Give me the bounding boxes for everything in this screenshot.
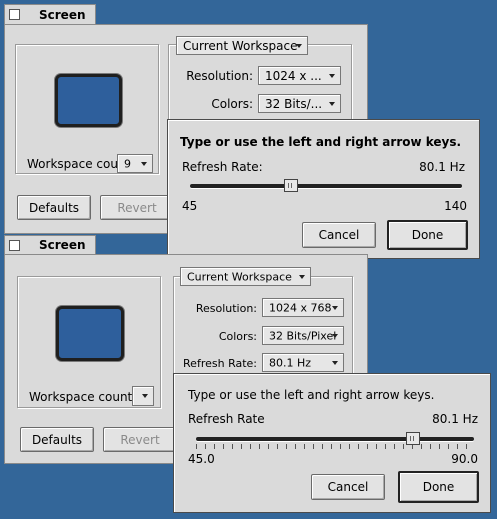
resolution-label: Resolution: xyxy=(195,302,257,315)
cancel-button[interactable]: Cancel xyxy=(302,222,376,248)
workspace-popup-label: Current Workspace xyxy=(187,270,292,283)
workspace-count-label: Workspace coun xyxy=(27,157,126,171)
workspace-popup[interactable]: Current Workspace xyxy=(180,267,311,286)
slider-ticks xyxy=(196,444,474,449)
workspace-count-label: Workspace count: xyxy=(29,390,137,404)
window2-title: Screen xyxy=(39,238,86,252)
resolution-popup[interactable]: 1024 x ... xyxy=(258,66,341,85)
cancel-button[interactable]: Cancel xyxy=(311,474,385,500)
dialog-prompt: Type or use the left and right arrow key… xyxy=(188,388,435,402)
window1-tab[interactable]: Screen xyxy=(4,4,96,25)
refresh-rate-slider-thumb[interactable] xyxy=(405,432,420,445)
colors-popup[interactable]: 32 Bits/... xyxy=(258,94,341,113)
dialog-prompt: Type or use the left and right arrow key… xyxy=(180,135,462,149)
defaults-button[interactable]: Defaults xyxy=(17,195,91,220)
colors-label: Colors: xyxy=(211,97,253,111)
refresh-rate-value: 80.1 Hz xyxy=(432,412,478,426)
slider-max-label: 140 xyxy=(444,199,467,213)
chevron-down-icon xyxy=(332,305,338,310)
resolution-value: 1024 x ... xyxy=(265,68,322,83)
done-button[interactable]: Done xyxy=(398,471,479,503)
monitor-icon xyxy=(56,306,124,361)
colors-popup[interactable]: 32 Bits/Pixel xyxy=(262,326,344,345)
slider-max-label: 90.0 xyxy=(451,452,478,466)
refresh-rate-label: Refresh Rate: xyxy=(183,357,257,370)
close-box-icon[interactable] xyxy=(9,240,20,251)
refresh-rate-dialog-2: Type or use the left and right arrow key… xyxy=(173,373,491,513)
chevron-down-icon xyxy=(332,333,338,338)
refresh-rate-slider-track[interactable] xyxy=(190,184,462,188)
revert-button[interactable]: Revert xyxy=(103,427,177,452)
close-box-icon[interactable] xyxy=(9,9,20,20)
window2-tab[interactable]: Screen xyxy=(4,235,96,255)
refresh-rate-label: Refresh Rate xyxy=(188,412,265,426)
done-button[interactable]: Done xyxy=(387,220,468,250)
resolution-value: 1024 x 768 xyxy=(269,301,332,314)
chevron-down-icon xyxy=(332,360,338,365)
refresh-rate-value: 80.1 Hz xyxy=(269,356,312,369)
window1-title: Screen xyxy=(39,8,86,22)
refresh-rate-value: 80.1 Hz xyxy=(419,160,465,174)
refresh-rate-slider-thumb[interactable] xyxy=(283,179,298,192)
defaults-button[interactable]: Defaults xyxy=(20,427,94,452)
chevron-down-icon xyxy=(296,43,302,48)
resolution-label: Resolution: xyxy=(186,69,253,83)
resolution-popup[interactable]: 1024 x 768 xyxy=(262,298,344,317)
refresh-rate-dialog-1: Type or use the left and right arrow key… xyxy=(167,119,480,259)
slider-min-label: 45.0 xyxy=(188,452,215,466)
revert-button[interactable]: Revert xyxy=(100,195,174,220)
chevron-down-icon xyxy=(329,101,335,106)
chevron-down-icon xyxy=(142,394,148,398)
chevron-down-icon xyxy=(329,73,335,78)
colors-label: Colors: xyxy=(218,330,257,343)
colors-value: 32 Bits/... xyxy=(265,96,323,111)
workspace-count-value: 9 xyxy=(124,157,131,170)
slider-min-label: 45 xyxy=(182,199,198,213)
refresh-rate-popup[interactable]: 80.1 Hz xyxy=(262,353,344,372)
chevron-down-icon xyxy=(299,274,305,279)
colors-value: 32 Bits/Pixel xyxy=(269,329,337,342)
refresh-rate-label: Refresh Rate: xyxy=(182,160,263,174)
workspace-count-popup[interactable]: 9 xyxy=(117,154,153,173)
chevron-down-icon xyxy=(141,161,147,166)
monitor-icon xyxy=(55,74,122,127)
workspace-popup-label: Current Workspace xyxy=(183,38,298,53)
refresh-rate-slider-track[interactable] xyxy=(196,437,474,441)
workspace-count-popup[interactable] xyxy=(132,386,154,406)
workspace-popup[interactable]: Current Workspace xyxy=(176,36,308,55)
